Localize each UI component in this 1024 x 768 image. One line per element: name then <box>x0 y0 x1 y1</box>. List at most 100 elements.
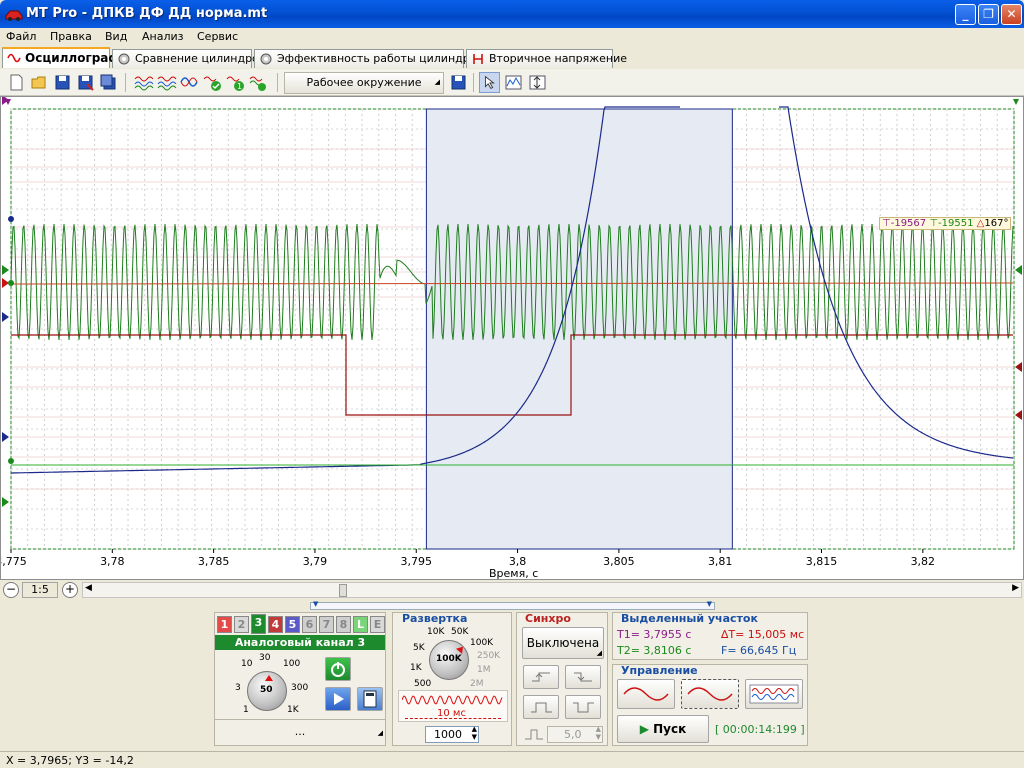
sweep-scale-label: 250K <box>477 651 501 661</box>
save-icon[interactable] <box>52 72 73 93</box>
scroll-left-icon[interactable]: ◀ <box>85 583 92 593</box>
title-bar: MT Pro - ДПКВ ДФ ДД норма.mt _ ❐ ✕ <box>0 0 1024 28</box>
channel-offset-marker[interactable] <box>2 312 9 322</box>
sync-mode-button[interactable]: Выключена ◢ <box>522 627 604 659</box>
spin-up-icon[interactable]: ▲ ▼ <box>472 725 477 741</box>
tab-cylinder-compare[interactable]: Сравнение цилиндров <box>112 49 265 68</box>
channel-button-5[interactable]: 5 <box>285 616 300 633</box>
sync-rising-edge-button[interactable] <box>523 665 559 689</box>
wave-check-icon[interactable] <box>202 72 223 93</box>
wave-mix-icon[interactable] <box>179 72 200 93</box>
channel-panel: 12345678LE Аналоговый канал 3 50 10 30 1… <box>214 612 386 746</box>
sync-falling-edge-button[interactable] <box>565 665 601 689</box>
sweep-scale-label: 10K <box>427 627 445 637</box>
zoom-out-button[interactable]: − <box>3 582 19 598</box>
oscilloscope-plot[interactable]: 3,7753,783,7853,793,7953,83,8053,813,815… <box>0 96 1024 580</box>
zoom-scroll-row: − 1:5 + ◀ ▶ <box>0 580 1024 600</box>
menu-view[interactable]: Вид <box>105 30 127 43</box>
zoom-in-button[interactable]: + <box>62 582 78 598</box>
channel-button-8[interactable]: 8 <box>336 616 351 633</box>
sine-wave-icon <box>623 687 669 701</box>
sync-pulse-neg-button[interactable] <box>565 695 601 719</box>
save-as-icon[interactable] <box>75 72 96 93</box>
calculator-button[interactable] <box>357 687 383 711</box>
sweep-dashed-line <box>405 718 501 719</box>
channel-play-button[interactable] <box>325 687 351 711</box>
pulse-positive-icon <box>531 702 552 713</box>
trigger-level-spinbox[interactable]: 5,0 ▲ ▼ <box>547 725 603 743</box>
channel-button-L[interactable]: L <box>353 616 368 633</box>
tab-oscilloscope[interactable]: Осциллограф <box>2 47 120 68</box>
svg-text:1: 1 <box>237 82 242 91</box>
channel-level-marker[interactable] <box>8 216 14 222</box>
save-all-icon[interactable] <box>98 72 119 93</box>
calculator-icon <box>363 690 377 708</box>
channel-offset-marker-right[interactable] <box>1015 410 1022 420</box>
channel-offset-marker-right[interactable] <box>1015 362 1022 372</box>
channel-offset-marker[interactable] <box>2 432 9 442</box>
menu-file[interactable]: Файл <box>6 30 36 43</box>
amplitude-knob[interactable]: 50 <box>247 671 287 711</box>
channel-offset-marker[interactable] <box>2 497 9 507</box>
scroll-right-icon[interactable]: ▶ <box>1012 583 1019 593</box>
single-mode-button[interactable] <box>617 679 675 709</box>
sync-pulse-pos-button[interactable] <box>523 695 559 719</box>
wave-settings-icon[interactable] <box>248 72 269 93</box>
menu-edit[interactable]: Правка <box>50 30 92 43</box>
minimize-button[interactable]: _ <box>955 4 976 25</box>
channels-settings-icon[interactable] <box>156 72 177 93</box>
close-button[interactable]: ✕ <box>1001 4 1022 25</box>
trigger-level-value: 5,0 <box>564 728 582 741</box>
selection-frequency: F= 66,645 Гц <box>721 644 797 657</box>
channel-level-marker[interactable] <box>8 280 14 286</box>
channel-level-marker[interactable] <box>8 458 14 464</box>
channels-wave-icon[interactable] <box>133 72 154 93</box>
channel-button-1[interactable]: 1 <box>217 616 232 633</box>
start-button[interactable]: ▶ Пуск <box>617 715 709 743</box>
fit-vertical-icon[interactable] <box>527 72 548 93</box>
maximize-button[interactable]: ❐ <box>978 4 999 25</box>
save-workspace-icon[interactable] <box>448 72 469 93</box>
channel-button-6[interactable]: 6 <box>302 616 317 633</box>
selection-title: Выделенный участок <box>621 612 758 625</box>
channel-button-3[interactable]: 3 <box>251 614 266 634</box>
cursor2-top-marker[interactable] <box>1013 99 1019 105</box>
channel-offset-marker[interactable] <box>2 265 9 275</box>
spin-up-icon[interactable]: ▲ ▼ <box>596 725 601 741</box>
panel-splitter[interactable]: ▼ ▼ <box>310 600 715 610</box>
recorder-mode-button[interactable] <box>745 679 803 709</box>
channel-offset-marker[interactable] <box>2 278 9 288</box>
workspace-dropdown[interactable]: Рабочее окружение ◢ <box>284 72 444 94</box>
scroll-thumb[interactable] <box>339 584 347 597</box>
toolbar-separator <box>473 73 474 92</box>
channel-button-E[interactable]: E <box>370 616 385 633</box>
channel-button-2[interactable]: 2 <box>234 616 249 633</box>
x-tick-label: 3,795 <box>401 555 433 568</box>
continuous-mode-button[interactable] <box>681 679 739 709</box>
tab-cylinder-efficiency[interactable]: Эффективность работы цилиндров <box>254 49 483 68</box>
status-bar: X = 3,7965; Y3 = -14,2 <box>0 751 1024 768</box>
channel-button-4[interactable]: 4 <box>268 616 283 633</box>
menu-analysis[interactable]: Анализ <box>142 30 184 43</box>
sweep-panel: Развертка 10K 50K 100K 250K 1M 2M 500 1K… <box>392 612 512 746</box>
sweep-knob[interactable]: 100K <box>429 640 469 680</box>
channel-button-7[interactable]: 7 <box>319 616 334 633</box>
menu-service[interactable]: Сервис <box>197 30 238 43</box>
x-tick-label: 3,815 <box>806 555 838 568</box>
channel-more-button[interactable]: ... ◢ <box>215 719 385 745</box>
falling-edge-icon <box>574 672 592 682</box>
knob-scale-label: 3 <box>235 683 241 693</box>
spectrum-icon[interactable] <box>503 72 524 93</box>
points-spinbox[interactable]: 1000 ▲ ▼ <box>425 725 479 743</box>
new-file-icon[interactable] <box>6 72 27 93</box>
cursor-mode-icon[interactable] <box>479 72 500 93</box>
wave-one-icon[interactable]: 1 <box>225 72 246 93</box>
cursor1-value: -19567 <box>890 218 927 229</box>
plot-canvas[interactable]: 3,7753,783,7853,793,7953,83,8053,813,815… <box>1 97 1023 579</box>
channel-power-button[interactable] <box>325 657 351 681</box>
open-folder-icon[interactable] <box>29 72 50 93</box>
channel-offset-marker-right[interactable] <box>1015 265 1022 275</box>
sweep-scale-label: 50K <box>451 627 469 637</box>
tab-secondary-voltage[interactable]: Вторичное напряжение <box>466 49 627 68</box>
horizontal-scrollbar[interactable]: ◀ ▶ <box>82 582 1022 598</box>
